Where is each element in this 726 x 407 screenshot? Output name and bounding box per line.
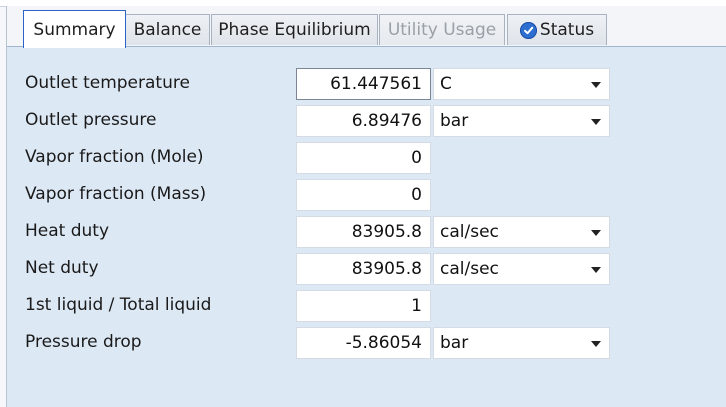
- pressure-drop-value[interactable]: -5.86054: [296, 327, 431, 359]
- heat-duty-label: Heat duty: [25, 221, 110, 241]
- pressure-drop-unit-select[interactable]: bar: [433, 327, 610, 359]
- chevron-down-icon: [591, 230, 601, 236]
- tab-status-label: Status: [539, 20, 595, 40]
- outlet-temperature-unit-select[interactable]: C: [433, 68, 610, 100]
- liquid-ratio-label: 1st liquid / Total liquid: [25, 295, 212, 315]
- outlet-pressure-value[interactable]: 6.89476: [296, 105, 431, 137]
- tab-summary[interactable]: Summary: [23, 10, 126, 48]
- heat-duty-unit: cal/sec: [440, 222, 499, 242]
- tab-balance-label: Balance: [133, 20, 202, 40]
- row-outlet-temperature: Outlet temperature 61.447561 C: [7, 66, 726, 103]
- chevron-down-icon: [591, 82, 601, 88]
- net-duty-unit: cal/sec: [440, 259, 499, 279]
- row-vapor-fraction-mole: Vapor fraction (Mole) 0: [7, 140, 726, 177]
- tab-utility-usage[interactable]: Utility Usage: [379, 14, 505, 45]
- chevron-down-icon: [591, 267, 601, 273]
- tab-utility-usage-label: Utility Usage: [387, 20, 497, 40]
- row-pressure-drop: Pressure drop -5.86054 bar: [7, 325, 726, 362]
- vapor-fraction-mass-label: Vapor fraction (Mass): [25, 184, 207, 204]
- summary-panel: Outlet temperature 61.447561 C Outlet pr…: [7, 46, 726, 407]
- pressure-drop-label: Pressure drop: [25, 332, 142, 352]
- outlet-temperature-value[interactable]: 61.447561: [296, 68, 431, 100]
- row-vapor-fraction-mass: Vapor fraction (Mass) 0: [7, 177, 726, 214]
- net-duty-label: Net duty: [25, 258, 99, 278]
- tab-status[interactable]: Status: [507, 14, 607, 45]
- outlet-pressure-unit: bar: [440, 111, 469, 131]
- outlet-temperature-label: Outlet temperature: [25, 73, 190, 93]
- net-duty-value[interactable]: 83905.8: [296, 253, 431, 285]
- tab-phase-equilibrium[interactable]: Phase Equilibrium: [211, 14, 378, 45]
- results-window: Summary Balance Phase Equilibrium Utilit…: [0, 0, 726, 407]
- heat-duty-value[interactable]: 83905.8: [296, 216, 431, 248]
- outlet-pressure-unit-select[interactable]: bar: [433, 105, 610, 137]
- heat-duty-unit-select[interactable]: cal/sec: [433, 216, 610, 248]
- pressure-drop-unit: bar: [440, 333, 469, 353]
- vapor-fraction-mass-value[interactable]: 0: [296, 179, 431, 211]
- vapor-fraction-mole-label: Vapor fraction (Mole): [25, 147, 204, 167]
- check-circle-icon: [519, 21, 537, 39]
- chevron-down-icon: [591, 341, 601, 347]
- net-duty-unit-select[interactable]: cal/sec: [433, 253, 610, 285]
- tab-summary-label: Summary: [33, 19, 116, 40]
- outlet-pressure-label: Outlet pressure: [25, 110, 157, 130]
- row-heat-duty: Heat duty 83905.8 cal/sec: [7, 214, 726, 251]
- tab-balance[interactable]: Balance: [125, 14, 210, 45]
- row-net-duty: Net duty 83905.8 cal/sec: [7, 251, 726, 288]
- tab-strip: Summary Balance Phase Equilibrium Utilit…: [7, 6, 726, 48]
- row-outlet-pressure: Outlet pressure 6.89476 bar: [7, 103, 726, 140]
- outlet-temperature-unit: C: [440, 74, 452, 94]
- liquid-ratio-value[interactable]: 1: [296, 290, 431, 322]
- tab-phase-equilibrium-label: Phase Equilibrium: [218, 20, 371, 40]
- row-liquid-ratio: 1st liquid / Total liquid 1: [7, 288, 726, 325]
- chevron-down-icon: [591, 119, 601, 125]
- vapor-fraction-mole-value[interactable]: 0: [296, 142, 431, 174]
